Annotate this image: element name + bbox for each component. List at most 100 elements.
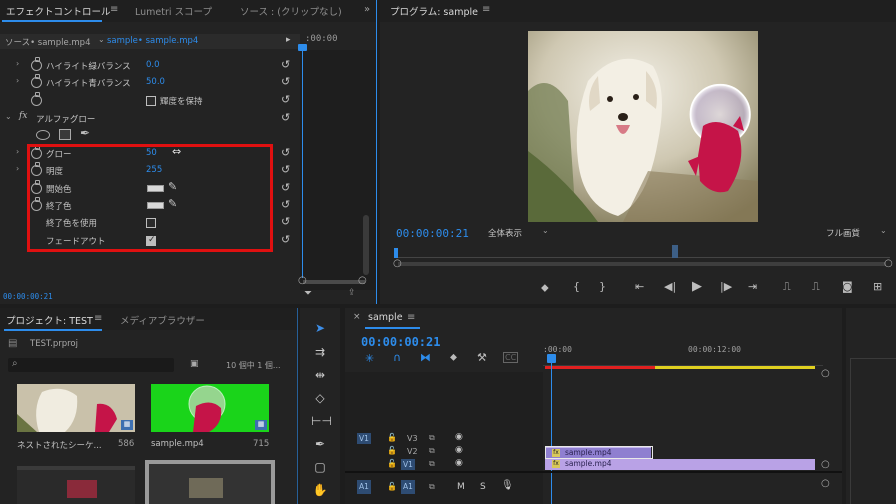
play-icon[interactable]: ▶ <box>692 279 702 294</box>
project-thumb-nested[interactable]: ▦ <box>17 384 135 432</box>
eye-icon[interactable]: ◉ <box>455 445 463 455</box>
slip-tool-icon[interactable]: ⊢⊣ <box>311 414 332 428</box>
source-patch-a1[interactable]: A1 <box>357 480 371 494</box>
tab-source[interactable]: ソース : (クリップなし) <box>240 4 342 18</box>
solo-button[interactable]: S <box>480 482 486 492</box>
snap-icon[interactable]: ∩ <box>393 351 401 364</box>
mute-button[interactable]: M <box>457 482 465 492</box>
sync-lock-icon[interactable]: ⧉ <box>429 482 435 492</box>
new-search-bin-icon[interactable]: ▣ <box>190 359 199 369</box>
reset-icon[interactable]: ↺ <box>281 215 290 228</box>
project-thumb-3[interactable] <box>17 466 135 504</box>
reset-icon[interactable]: ↺ <box>281 146 290 159</box>
chevron-down-icon[interactable]: ⌄ <box>98 35 105 44</box>
effect-playhead-handle[interactable] <box>298 44 307 51</box>
panel-menu-icon[interactable]: ≡ <box>482 4 490 15</box>
eye-icon[interactable]: ◉ <box>455 432 463 442</box>
panel-menu-icon[interactable]: ≡ <box>94 313 102 324</box>
tab-media-browser[interactable]: メディアブラウザー <box>120 313 205 327</box>
clip-v1[interactable]: fx sample.mp4 <box>545 459 815 470</box>
step-forward-icon[interactable]: |▶ <box>720 280 732 293</box>
source-clip-label[interactable]: ソース• sample.mp4 <box>5 36 90 48</box>
reset-icon[interactable]: ↺ <box>281 233 290 246</box>
zoom-handle-right[interactable]: ○ <box>821 459 830 470</box>
pen-tool-icon[interactable]: ✒ <box>311 437 329 451</box>
button-editor-icon[interactable]: ⊞ <box>873 280 882 293</box>
program-playhead[interactable] <box>394 248 398 258</box>
go-to-out-icon[interactable]: ⇥ <box>748 280 757 293</box>
rectangle-tool-icon[interactable]: ▢ <box>311 460 329 474</box>
source-patch-v1[interactable]: V1 <box>357 433 371 444</box>
project-thumb-sample[interactable]: ▦ <box>151 384 269 432</box>
track-label-v1[interactable]: V1 <box>401 459 415 470</box>
project-thumb-4[interactable] <box>145 460 275 504</box>
time-ruler[interactable]: :00:00 00:00:12:00 <box>543 336 823 366</box>
microphone-icon[interactable]: 🎙 <box>501 480 514 491</box>
zoom-handle-left[interactable]: ○ <box>393 258 402 269</box>
lift-icon[interactable]: ⎍ <box>783 280 791 294</box>
go-to-in-icon[interactable]: ⇤ <box>635 280 644 293</box>
reset-icon[interactable]: ↺ <box>281 163 290 176</box>
track-label-a1[interactable]: A1 <box>401 480 415 494</box>
play-only-clip-icon[interactable]: ▸ <box>286 35 291 45</box>
panel-menu-icon[interactable]: ≡ <box>407 312 415 323</box>
lock-icon[interactable]: 🔓 <box>387 446 397 455</box>
extract-icon[interactable]: ⎍ <box>812 280 820 294</box>
hand-tool-icon[interactable]: ✋ <box>311 483 329 497</box>
program-timecode[interactable]: 00:00:00:21 <box>396 227 469 240</box>
keep-luma-checkbox[interactable] <box>146 96 156 106</box>
sync-lock-icon[interactable]: ⧉ <box>429 446 435 456</box>
tab-effect-controls[interactable]: エフェクトコントロール <box>6 4 111 18</box>
linked-selection-icon[interactable]: ⧓ <box>420 351 431 364</box>
sync-lock-icon[interactable]: ⧉ <box>429 459 435 469</box>
zoom-handle-left[interactable]: ○ <box>298 275 307 286</box>
reset-icon[interactable]: ↺ <box>281 111 290 124</box>
panel-menu-icon[interactable]: ≡ <box>110 4 118 15</box>
fx-icon[interactable]: fx <box>19 111 27 121</box>
timeline-playhead[interactable] <box>551 356 552 504</box>
mark-in-icon[interactable]: { <box>573 280 580 293</box>
pen-mask-icon[interactable]: ✒ <box>80 126 90 140</box>
expand-arrow-icon[interactable]: › <box>16 59 19 68</box>
program-title[interactable]: プログラム: sample <box>390 4 478 18</box>
sync-lock-icon[interactable]: ⧉ <box>429 433 435 443</box>
stopwatch-icon[interactable] <box>31 92 42 106</box>
property-value[interactable]: 50.0 <box>146 77 165 87</box>
stopwatch-icon[interactable] <box>31 74 42 88</box>
expand-arrow-icon[interactable]: › <box>16 164 19 173</box>
rect-mask-icon[interactable] <box>59 129 71 140</box>
program-scrub-bar[interactable] <box>394 244 890 258</box>
captions-icon[interactable]: CC <box>503 352 519 363</box>
lock-icon[interactable]: 🔓 <box>387 433 397 442</box>
add-marker-icon[interactable]: ⬥ <box>450 352 457 363</box>
tab-project[interactable]: プロジェクト: TEST <box>6 313 93 327</box>
expand-arrow-icon[interactable]: › <box>16 147 19 156</box>
export-frame-icon[interactable]: ◙ <box>842 280 853 293</box>
zoom-handle-right[interactable]: ○ <box>821 368 830 379</box>
mark-out-icon[interactable]: } <box>599 280 606 293</box>
ellipse-mask-icon[interactable] <box>36 130 50 140</box>
tab-lumetri-scopes[interactable]: Lumetri スコープ <box>135 4 212 18</box>
eye-icon[interactable]: ◉ <box>455 458 463 468</box>
zoom-handle-right[interactable]: ○ <box>884 258 893 269</box>
zoom-handle-right[interactable]: ○ <box>821 478 830 489</box>
lock-icon[interactable]: 🔓 <box>387 459 397 468</box>
reset-icon[interactable]: ↺ <box>281 58 290 71</box>
property-value[interactable]: 0.0 <box>146 60 160 70</box>
reset-icon[interactable]: ↺ <box>281 198 290 211</box>
reset-icon[interactable]: ↺ <box>281 181 290 194</box>
reset-icon[interactable]: ↺ <box>281 93 290 106</box>
more-panels-icon[interactable]: » <box>364 4 370 15</box>
marker-icon[interactable]: ⬥ <box>541 281 549 295</box>
selection-tool-icon[interactable]: ➤ <box>311 321 329 335</box>
quality-dropdown[interactable]: フル画質 ⌄ <box>822 225 892 239</box>
settings-wrench-icon[interactable]: ⚒ <box>477 351 487 364</box>
nest-toggle-icon[interactable]: ✳ <box>365 352 374 365</box>
timeline-sequence-tab[interactable]: sample <box>368 312 403 323</box>
expand-arrow-icon[interactable]: › <box>16 76 19 85</box>
zoom-handle-right[interactable]: ○ <box>358 275 367 286</box>
export-icon[interactable]: ⇪ <box>348 288 356 298</box>
collapse-arrow-icon[interactable]: ⌄ <box>5 112 12 121</box>
razor-tool-icon[interactable]: ◇ <box>311 391 329 405</box>
project-search-input[interactable]: ⌕ <box>8 358 174 372</box>
